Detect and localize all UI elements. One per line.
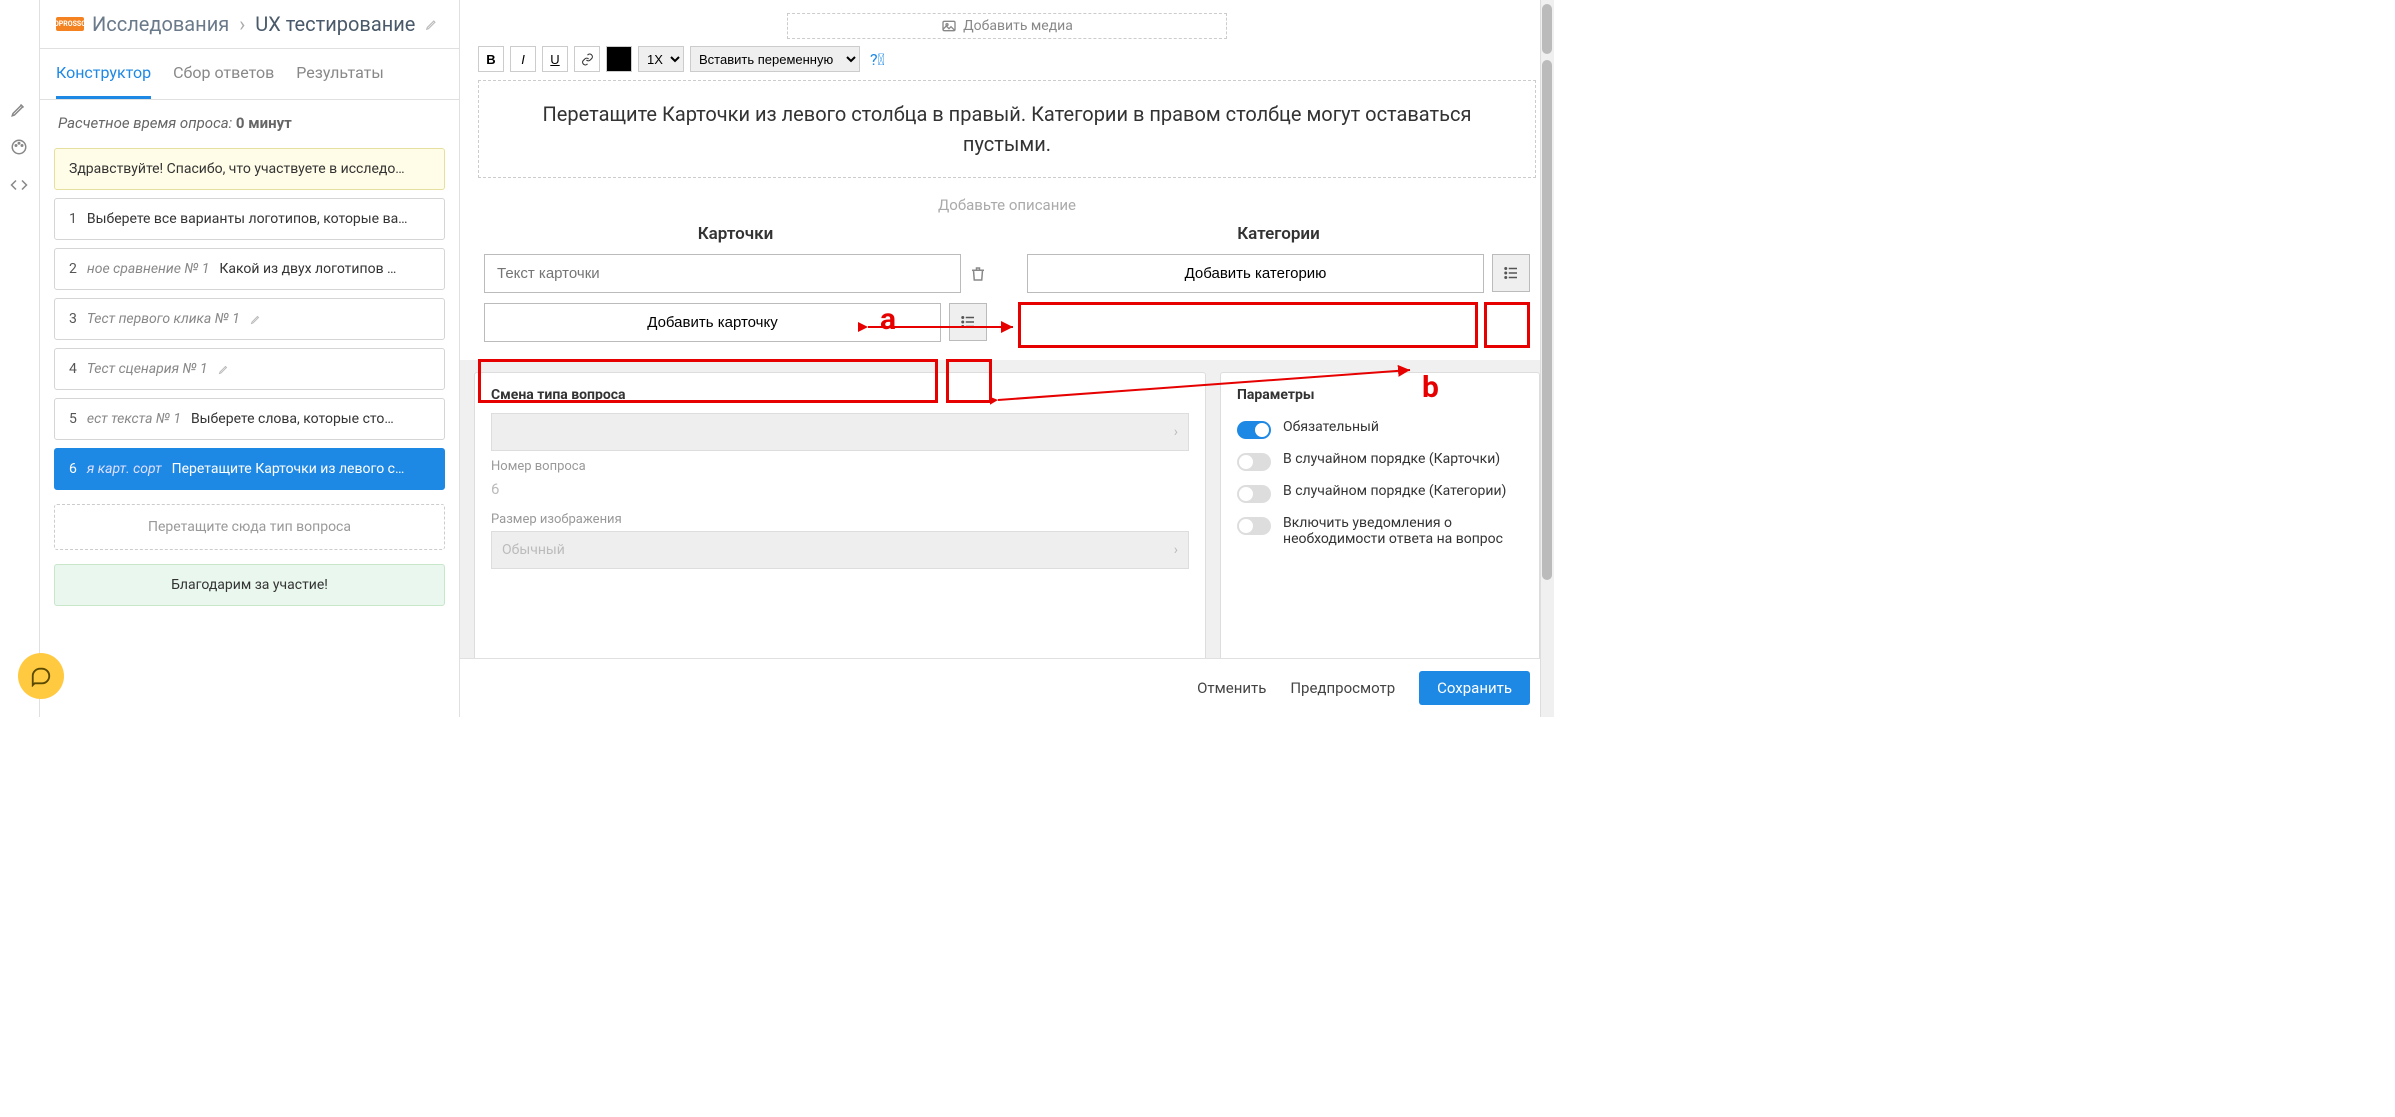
image-icon	[941, 18, 957, 34]
logo[interactable]: OPROSSO	[56, 17, 84, 31]
chevron-right-icon: ›	[1174, 424, 1178, 440]
app-root: OPROSSO Исследования › UX тестирование К…	[0, 0, 1554, 717]
underline-button[interactable]: U	[542, 46, 568, 72]
scroll-thumb-top[interactable]	[1542, 4, 1552, 54]
question-item[interactable]: 4 Тест сценария № 1	[54, 348, 445, 390]
footer-actions: Отменить Предпросмотр Сохранить	[460, 658, 1554, 717]
toggle-shuffle-cards[interactable]	[1237, 453, 1271, 471]
categories-column: Категории Добавить категорию	[1027, 224, 1530, 342]
left-icon-rail	[0, 0, 40, 717]
save-button[interactable]: Сохранить	[1419, 671, 1530, 705]
bulk-list-icon[interactable]	[949, 303, 987, 341]
tab-results[interactable]: Результаты	[296, 49, 384, 99]
italic-button[interactable]: I	[510, 46, 536, 72]
chat-fab[interactable]	[18, 653, 64, 699]
param-required: Обязательный	[1237, 413, 1523, 445]
param-notify: Включить уведомления о необходимости отв…	[1237, 509, 1523, 553]
sidebar: OPROSSO Исследования › UX тестирование К…	[40, 0, 460, 717]
link-button[interactable]	[574, 46, 600, 72]
breadcrumb: Исследования › UX тестирование	[92, 12, 439, 36]
qtype-select[interactable]: ›	[491, 413, 1189, 451]
question-outro[interactable]: Благодарим за участие!	[54, 564, 445, 606]
card-text-input[interactable]	[484, 254, 961, 293]
color-button[interactable]	[606, 46, 632, 72]
question-title-input[interactable]: Перетащите Карточки из левого столбца в …	[478, 80, 1536, 178]
bold-button[interactable]: B	[478, 46, 504, 72]
nav-tabs: Конструктор Сбор ответов Результаты	[40, 49, 459, 100]
question-item[interactable]: 3 Тест первого клика № 1	[54, 298, 445, 340]
tab-collect[interactable]: Сбор ответов	[173, 49, 274, 99]
question-canvas: Добавить медиа B I U 1X Вставить перемен…	[460, 0, 1554, 360]
cards-heading: Карточки	[484, 224, 987, 244]
add-media-button[interactable]: Добавить медиа	[787, 13, 1227, 39]
help-icon[interactable]: ?⃝	[870, 50, 885, 69]
question-item[interactable]: 2 ное сравнение № 1 Какой из двух логоти…	[54, 248, 445, 290]
qnum-label: Номер вопроса	[491, 459, 1189, 474]
main-area: Добавить медиа B I U 1X Вставить перемен…	[460, 0, 1554, 717]
categories-heading: Категории	[1027, 224, 1530, 244]
question-dropzone[interactable]: Перетащите сюда тип вопроса	[54, 504, 445, 550]
cards-column: Карточки Добавить карточку	[484, 224, 987, 342]
edit-title-icon[interactable]	[425, 17, 439, 31]
params-panel: Параметры Обязательный В случайном поряд…	[1220, 372, 1540, 705]
font-size-select[interactable]: 1X	[638, 46, 684, 72]
param-shuffle-cats: В случайном порядке (Категории)	[1237, 477, 1523, 509]
estimate-value: 0 минут	[236, 114, 292, 132]
preview-button[interactable]: Предпросмотр	[1290, 679, 1395, 697]
add-card-row: Добавить карточку	[484, 303, 987, 342]
trash-icon[interactable]	[969, 265, 987, 283]
param-shuffle-cards: В случайном порядке (Карточки)	[1237, 445, 1523, 477]
survey-estimate: Расчетное время опроса: 0 минут	[40, 100, 459, 140]
imgsize-label: Размер изображения	[491, 512, 1189, 527]
pencil-icon[interactable]	[218, 363, 230, 375]
qtype-heading: Смена типа вопроса	[491, 387, 1189, 403]
card-input-row	[484, 254, 987, 293]
card-sort-columns: Карточки Добавить карточку Категории Доб…	[478, 224, 1536, 342]
palette-icon[interactable]	[10, 138, 30, 158]
add-category-row: Добавить категорию	[1027, 254, 1530, 293]
rte-toolbar: B I U 1X Вставить переменную ?⃝	[478, 46, 1536, 72]
header: OPROSSO Исследования › UX тестирование	[40, 0, 459, 49]
breadcrumb-current[interactable]: UX тестирование	[255, 12, 415, 36]
toggle-notify[interactable]	[1237, 517, 1271, 535]
add-card-button[interactable]: Добавить карточку	[484, 303, 941, 342]
imgsize-select[interactable]: Обычный ›	[491, 531, 1189, 569]
question-item[interactable]: 1 Выберете все варианты логотипов, котор…	[54, 198, 445, 240]
code-icon[interactable]	[10, 176, 30, 196]
question-list: Здравствуйте! Спасибо, что участвуете в …	[40, 140, 459, 614]
add-category-button[interactable]: Добавить категорию	[1027, 254, 1484, 293]
qnum-value: 6	[491, 474, 1189, 504]
variable-select[interactable]: Вставить переменную	[690, 46, 860, 72]
pencil-icon[interactable]	[250, 313, 262, 325]
toggle-shuffle-cats[interactable]	[1237, 485, 1271, 503]
breadcrumb-root[interactable]: Исследования	[92, 12, 229, 36]
cancel-button[interactable]: Отменить	[1197, 679, 1266, 697]
question-item[interactable]: 5 ест текста № 1 Выберете слова, которые…	[54, 398, 445, 440]
estimate-label: Расчетное время опроса:	[58, 114, 232, 132]
vertical-scrollbar[interactable]	[1540, 0, 1554, 717]
pencil-icon[interactable]	[10, 100, 30, 120]
chevron-right-icon: ›	[1174, 542, 1178, 558]
toggle-required[interactable]	[1237, 421, 1271, 439]
question-type-panel: Смена типа вопроса › Номер вопроса 6 Раз…	[474, 372, 1206, 705]
question-item-active[interactable]: 6 я карт. сорт Перетащите Карточки из ле…	[54, 448, 445, 490]
question-description-input[interactable]: Добавьте описание	[478, 178, 1536, 224]
chevron-right-icon: ›	[239, 12, 245, 36]
params-heading: Параметры	[1237, 387, 1523, 403]
bulk-list-icon[interactable]	[1492, 254, 1530, 292]
question-intro[interactable]: Здравствуйте! Спасибо, что участвуете в …	[54, 148, 445, 190]
tab-constructor[interactable]: Конструктор	[56, 49, 151, 99]
scroll-thumb-main[interactable]	[1542, 60, 1552, 580]
